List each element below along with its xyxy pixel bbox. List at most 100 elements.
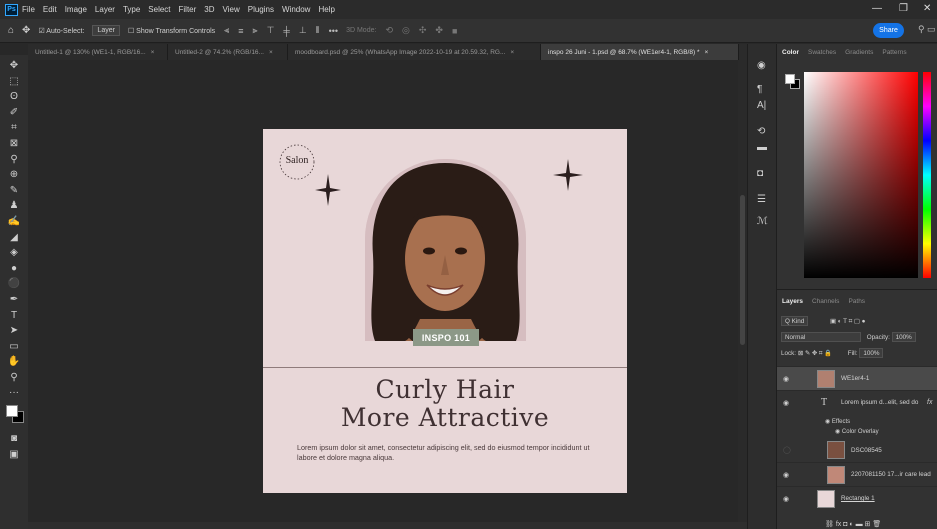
tab-moodboard[interactable]: moodboard.psd @ 25% (WhatsApp Image 2022…	[288, 44, 541, 60]
type-tool-icon[interactable]: T	[5, 308, 23, 323]
quick-select-tool-icon[interactable]: ✐	[5, 105, 23, 120]
lock-icons[interactable]: ⊠ ✎ ✥ ⌗ 🔒	[798, 350, 832, 357]
search-icon[interactable]: ⚲	[918, 24, 925, 35]
clone-stamp-icon[interactable]: ♟	[5, 198, 23, 213]
menu-plugins[interactable]: Plugins	[248, 5, 274, 14]
layers-footer-icons[interactable]: ⛓ fx ◘ ◐ ▬ ⊞ 🗑	[825, 520, 881, 528]
layer-row[interactable]: ◉ WE1er4-1	[777, 366, 937, 390]
marquee-tool-icon[interactable]: ⬚	[5, 74, 23, 89]
minimize-icon[interactable]: —	[872, 3, 882, 14]
auto-select-dropdown[interactable]: Layer	[92, 25, 120, 36]
screen-mode-icon[interactable]: ▣	[5, 447, 23, 462]
menu-edit[interactable]: Edit	[43, 5, 57, 14]
hue-slider[interactable]	[923, 72, 931, 278]
menu-layer[interactable]: Layer	[95, 5, 115, 14]
blend-mode-dropdown[interactable]: Normal	[781, 332, 861, 342]
move-tool-icon[interactable]: ✥	[22, 25, 30, 36]
menu-type[interactable]: Type	[123, 5, 140, 14]
history-icon[interactable]: ⟲	[757, 126, 765, 137]
vertical-scroll-thumb[interactable]	[740, 195, 745, 345]
restore-icon[interactable]: ❐	[899, 3, 908, 14]
menu-filter[interactable]: Filter	[179, 5, 197, 14]
menu-image[interactable]: Image	[65, 5, 87, 14]
close-icon[interactable]: ✕	[923, 3, 931, 14]
align-center-icon[interactable]: ≡	[238, 26, 243, 36]
glyphs-icon[interactable]: ℳ	[757, 216, 768, 227]
dodge-tool-icon[interactable]: ⚫	[5, 276, 23, 291]
adjustments-icon[interactable]: ☰	[757, 194, 766, 205]
foreground-color-chip[interactable]	[785, 74, 795, 84]
color-overlay-row[interactable]: ◉ Color Overlay	[835, 428, 879, 435]
tab-swatches[interactable]: Swatches	[808, 49, 836, 56]
properties-icon[interactable]: ◘	[757, 168, 763, 179]
home-icon[interactable]: ⌂	[8, 25, 14, 36]
lasso-tool-icon[interactable]: ʘ	[5, 89, 23, 104]
align-left-icon[interactable]: ⫷	[224, 25, 229, 36]
eraser-tool-icon[interactable]: ◢	[5, 230, 23, 245]
close-tab-icon[interactable]: ×	[510, 49, 514, 56]
color-picker-field[interactable]	[804, 72, 918, 278]
brush-tool-icon[interactable]: ✎	[5, 183, 23, 198]
tab-color[interactable]: Color	[782, 49, 799, 56]
character-icon[interactable]: A|	[757, 100, 766, 111]
color-panel-icon[interactable]: ◉	[757, 60, 766, 71]
visibility-eye-icon[interactable]: ◯	[783, 446, 791, 454]
close-tab-icon[interactable]: ×	[704, 49, 708, 56]
fill-input[interactable]: 100%	[859, 348, 884, 358]
zoom-tool-icon[interactable]: ⚲	[5, 370, 23, 385]
3d-slide-icon[interactable]: ✤	[435, 25, 443, 36]
align-bottom-icon[interactable]: ⊥	[299, 25, 307, 36]
healing-brush-icon[interactable]: ⊕	[5, 167, 23, 182]
pen-tool-icon[interactable]: ✒	[5, 292, 23, 307]
visibility-eye-icon[interactable]: ◉	[783, 399, 789, 407]
tab-patterns[interactable]: Patterns	[882, 49, 906, 56]
layer-row[interactable]: ◉ 2207081150 17...ir care lead	[777, 462, 937, 486]
artboard[interactable]: Salon INSPO 101 Curly Hair More Attracti…	[263, 129, 627, 493]
align-right-icon[interactable]: ⫸	[253, 25, 258, 36]
tab-gradients[interactable]: Gradients	[845, 49, 873, 56]
tab-channels[interactable]: Channels	[812, 298, 839, 305]
more-tools-icon[interactable]: ···	[5, 385, 23, 400]
tab-paths[interactable]: Paths	[848, 298, 865, 305]
more-options-icon[interactable]: •••	[329, 26, 338, 36]
history-brush-icon[interactable]: ✍	[5, 214, 23, 229]
transform-controls-checkbox[interactable]: ☐ Show Transform Controls	[128, 27, 215, 35]
3d-orbit-icon[interactable]: ⟲	[385, 25, 393, 36]
move-tool-icon[interactable]: ✥	[5, 58, 23, 73]
align-middle-icon[interactable]: ╪	[283, 26, 289, 36]
menu-view[interactable]: View	[223, 5, 240, 14]
crop-tool-icon[interactable]: ⌗	[5, 120, 23, 135]
align-top-icon[interactable]: ⊤	[267, 25, 275, 36]
horizontal-scrollbar[interactable]	[28, 522, 747, 529]
auto-select-checkbox[interactable]: ☑ Auto-Select:	[38, 27, 84, 35]
effects-row[interactable]: ◉ Effects	[825, 418, 850, 425]
tab-inspo[interactable]: inspo 26 Juni - 1.psd @ 68.7% (WE1er4-1,…	[541, 44, 739, 60]
layer-row[interactable]: ◉ T Lorem ipsum d...elit, sed do fx	[777, 390, 937, 414]
menu-window[interactable]: Window	[282, 5, 310, 14]
close-tab-icon[interactable]: ×	[151, 49, 155, 56]
hand-tool-icon[interactable]: ✋	[5, 354, 23, 369]
tab-untitled-1[interactable]: Untitled-1 @ 130% (WE1-1, RGB/16... ×	[28, 44, 168, 60]
3d-pan-icon[interactable]: ✣	[419, 25, 427, 36]
foreground-background-swatch[interactable]	[4, 405, 24, 425]
menu-3d[interactable]: 3D	[204, 5, 214, 14]
layer-row[interactable]: ◯ DSC08545	[777, 438, 937, 462]
path-select-icon[interactable]: ➤	[5, 323, 23, 338]
filter-icons[interactable]: ▣ ◐ T ⌗ ▢ ●	[830, 318, 865, 325]
3d-camera-icon[interactable]: ■	[452, 26, 457, 36]
3d-roll-icon[interactable]: ◎	[402, 25, 410, 36]
distribute-icon[interactable]: ⦀	[316, 25, 320, 36]
libraries-icon[interactable]: ▬	[757, 142, 767, 153]
tab-layers[interactable]: Layers	[782, 298, 803, 305]
menu-select[interactable]: Select	[148, 5, 170, 14]
gradient-tool-icon[interactable]: ◈	[5, 245, 23, 260]
menu-file[interactable]: File	[22, 5, 35, 14]
visibility-eye-icon[interactable]: ◉	[783, 471, 789, 479]
layer-row[interactable]: ◉ Rectangle 1	[777, 486, 937, 510]
quick-mask-icon[interactable]: ◙	[5, 431, 23, 446]
paragraph-icon[interactable]: ¶	[757, 84, 762, 95]
filter-kind-dropdown[interactable]: Q Kind	[781, 316, 809, 326]
eyedropper-tool-icon[interactable]: ⚲	[5, 152, 23, 167]
blur-tool-icon[interactable]: ●	[5, 261, 23, 276]
rectangle-tool-icon[interactable]: ▭	[5, 339, 23, 354]
